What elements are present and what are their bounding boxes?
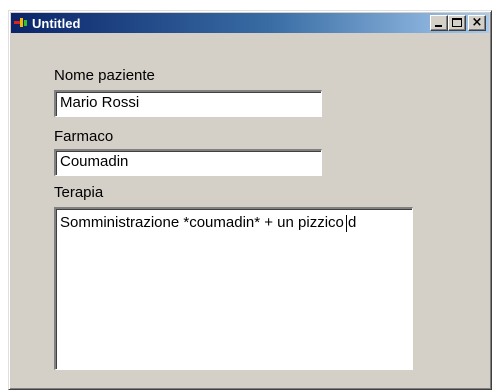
minimize-icon: [435, 25, 442, 27]
window-controls: ×: [430, 15, 486, 31]
maximize-button[interactable]: [448, 15, 466, 31]
therapy-textarea[interactable]: Somministrazione *coumadin* + un pizzico…: [54, 207, 413, 370]
minimize-button[interactable]: [430, 15, 448, 31]
title-bar[interactable]: Untitled ×: [11, 13, 489, 33]
close-button[interactable]: ×: [468, 15, 486, 31]
maximize-icon: [452, 18, 462, 27]
patient-name-input[interactable]: Mario Rossi: [54, 90, 322, 117]
therapy-label: Terapia: [54, 184, 104, 201]
drug-label: Farmaco: [54, 128, 114, 145]
patient-name-label: Nome paziente: [54, 67, 155, 84]
text-caret: [346, 215, 347, 232]
app-icon: [14, 16, 30, 30]
app-window: Untitled × Nome paziente Mario Rossi Far…: [8, 10, 492, 390]
drug-input[interactable]: Coumadin: [54, 149, 322, 176]
close-icon: ×: [471, 15, 483, 30]
window-title: Untitled: [32, 15, 81, 31]
